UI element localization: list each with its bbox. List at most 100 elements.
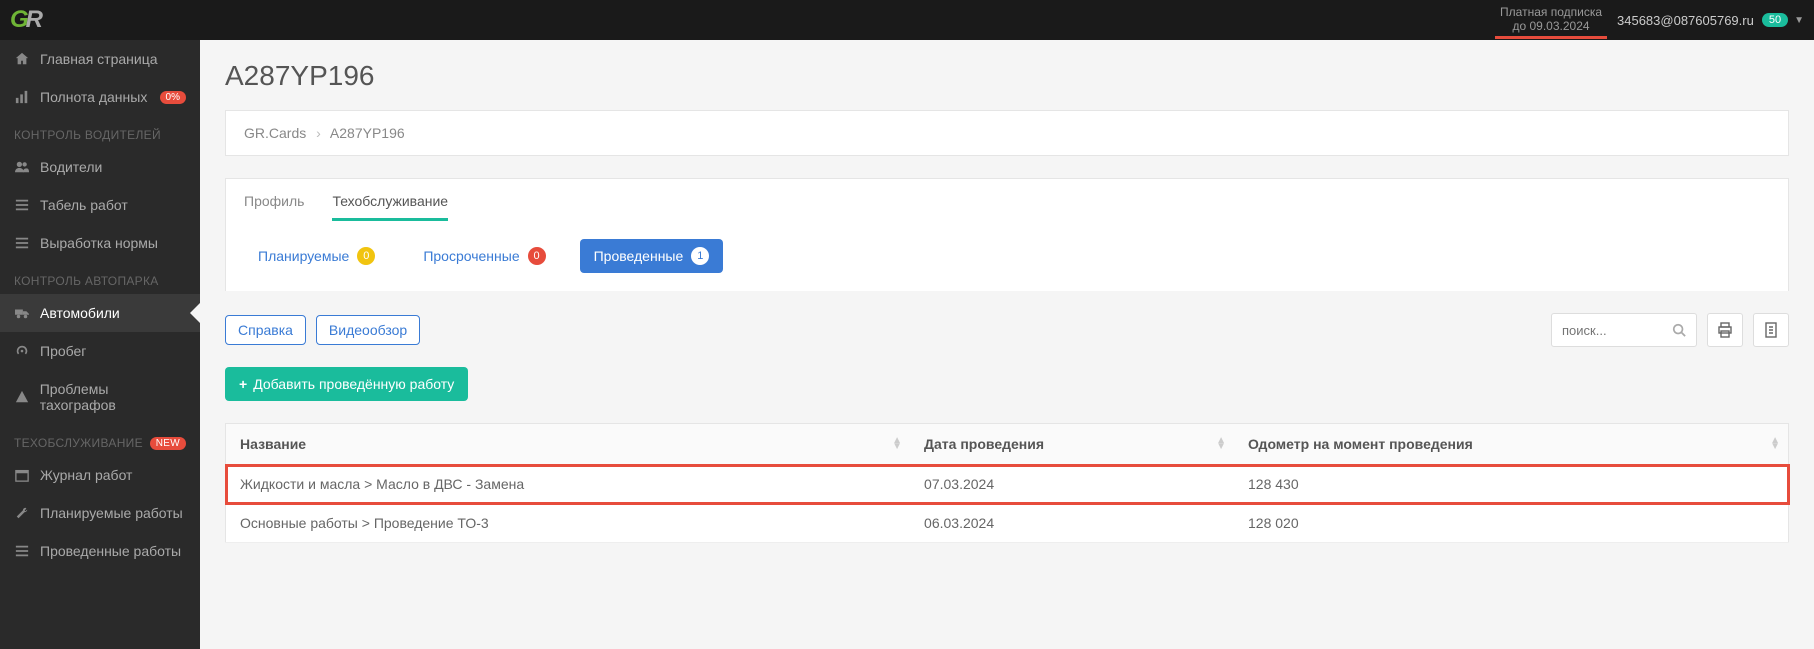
sidebar-item-label: Проведенные работы [40,543,181,559]
tab-profile[interactable]: Профиль [244,179,304,221]
calendar-icon [14,468,30,482]
tabs: Профиль Техобслуживание [226,179,1788,221]
breadcrumb-current: A287YP196 [330,125,405,141]
print-button[interactable] [1707,313,1743,347]
col-odo-label: Одометр на момент проведения [1248,436,1473,452]
cell-odo: 128 430 [1234,465,1788,504]
completeness-badge: 0% [160,91,186,104]
page-title: A287YP196 [225,60,1789,92]
main-content: A287YP196 GR.Cards › A287YP196 Профиль Т… [200,40,1814,649]
col-date[interactable]: Дата проведения ▲▼ [910,424,1234,465]
filter-count: 0 [357,247,375,265]
cell-name: Основные работы > Проведение ТО-3 [226,504,911,543]
filter-completed[interactable]: Проведенные 1 [580,239,724,273]
breadcrumb-card: GR.Cards › A287YP196 [225,110,1789,156]
sidebar-item-production[interactable]: Выработка нормы [0,224,200,262]
sort-icon: ▲▼ [892,438,902,450]
filter-label: Просроченные [423,248,519,264]
sidebar-item-mileage[interactable]: Пробег [0,332,200,370]
sidebar-item-data-completeness[interactable]: Полнота данных 0% [0,78,200,116]
sidebar-item-label: Полнота данных [40,89,147,105]
filter-overdue[interactable]: Просроченные 0 [409,239,559,273]
list-icon [14,236,30,250]
sidebar-item-label: Водители [40,159,102,175]
export-icon [1763,322,1779,338]
tabs-card: Профиль Техобслуживание Планируемые 0 Пр… [225,178,1789,291]
bars-icon [14,90,30,104]
list-icon [14,544,30,558]
sidebar-item-label: Главная страница [40,51,158,67]
subscription-info: Платная подписка до 09.03.2024 [1500,5,1602,36]
filter-row: Планируемые 0 Просроченные 0 Проведенные… [226,221,1788,291]
col-name[interactable]: Название ▲▼ [226,424,911,465]
sidebar-item-label: Табель работ [40,197,128,213]
breadcrumb-separator: › [316,125,321,141]
sidebar-section-maintenance: ТЕХОБСЛУЖИВАНИЕ NEW [0,424,200,456]
filter-count: 0 [528,247,546,265]
subscription-line2: до 09.03.2024 [1500,19,1602,33]
cell-date: 06.03.2024 [910,504,1234,543]
search-input[interactable] [1552,316,1662,345]
breadcrumb: GR.Cards › A287YP196 [226,111,1788,155]
sidebar-item-planned-works[interactable]: Планируемые работы [0,494,200,532]
subscription-line1: Платная подписка [1500,5,1602,19]
truck-icon [14,306,30,320]
sidebar-item-label: Выработка нормы [40,235,158,251]
video-button[interactable]: Видеообзор [316,315,420,345]
cell-odo: 128 020 [1234,504,1788,543]
gauge-icon [14,344,30,358]
sidebar-item-vehicles[interactable]: Автомобили [0,294,200,332]
table-row[interactable]: Жидкости и масла > Масло в ДВС - Замена … [226,465,1789,504]
sidebar-item-tachograph[interactable]: Проблемы тахографов [0,370,200,424]
col-date-label: Дата проведения [924,436,1044,452]
user-menu[interactable]: 345683@087605769.ru 50 ▼ [1617,13,1804,28]
col-name-label: Название [240,436,306,452]
add-work-label: Добавить проведённую работу [253,376,454,392]
cell-date: 07.03.2024 [910,465,1234,504]
sidebar-item-drivers[interactable]: Водители [0,148,200,186]
filter-label: Планируемые [258,248,349,264]
table-row[interactable]: Основные работы > Проведение ТО-3 06.03.… [226,504,1789,543]
plus-icon: + [239,376,247,392]
sidebar: Главная страница Полнота данных 0% КОНТР… [0,40,200,649]
logo-r: R [26,6,43,34]
wrench-icon [14,506,30,520]
filter-planned[interactable]: Планируемые 0 [244,239,389,273]
breadcrumb-root[interactable]: GR.Cards [244,125,306,141]
sidebar-section-fleet: КОНТРОЛЬ АВТОПАРКА [0,262,200,294]
logo[interactable]: G R [10,6,52,34]
sidebar-item-timesheet[interactable]: Табель работ [0,186,200,224]
col-odometer[interactable]: Одометр на момент проведения ▲▼ [1234,424,1788,465]
filter-label: Проведенные [594,248,684,264]
works-table: Название ▲▼ Дата проведения ▲▼ Одометр н… [225,423,1789,543]
cell-name: Жидкости и масла > Масло в ДВС - Замена [226,465,911,504]
search-box [1551,313,1697,347]
list-icon [14,198,30,212]
chevron-down-icon: ▼ [1794,15,1804,26]
sidebar-item-label: Журнал работ [40,467,132,483]
search-icon[interactable] [1662,323,1696,337]
sidebar-section-drivers: КОНТРОЛЬ ВОДИТЕЛЕЙ [0,116,200,148]
print-icon [1717,322,1733,338]
sidebar-item-label: Пробег [40,343,86,359]
add-work-button[interactable]: + Добавить проведённую работу [225,367,468,401]
sidebar-item-label: Проблемы тахографов [40,381,186,413]
sidebar-item-label: Планируемые работы [40,505,183,521]
help-button[interactable]: Справка [225,315,306,345]
sidebar-item-worklog[interactable]: Журнал работ [0,456,200,494]
topbar: G R Платная подписка до 09.03.2024 34568… [0,0,1814,40]
sidebar-item-home[interactable]: Главная страница [0,40,200,78]
home-icon [14,52,30,66]
sort-icon: ▲▼ [1216,438,1226,450]
sidebar-item-label: Автомобили [40,305,120,321]
user-email: 345683@087605769.ru [1617,13,1754,28]
export-button[interactable] [1753,313,1789,347]
users-icon [14,160,30,174]
toolbar: Справка Видеообзор [225,313,1789,347]
warning-icon [14,390,30,404]
new-badge: NEW [150,437,186,450]
sidebar-item-completed-works[interactable]: Проведенные работы [0,532,200,570]
filter-count: 1 [691,247,709,265]
tab-maintenance[interactable]: Техобслуживание [332,179,448,221]
sort-icon: ▲▼ [1770,438,1780,450]
